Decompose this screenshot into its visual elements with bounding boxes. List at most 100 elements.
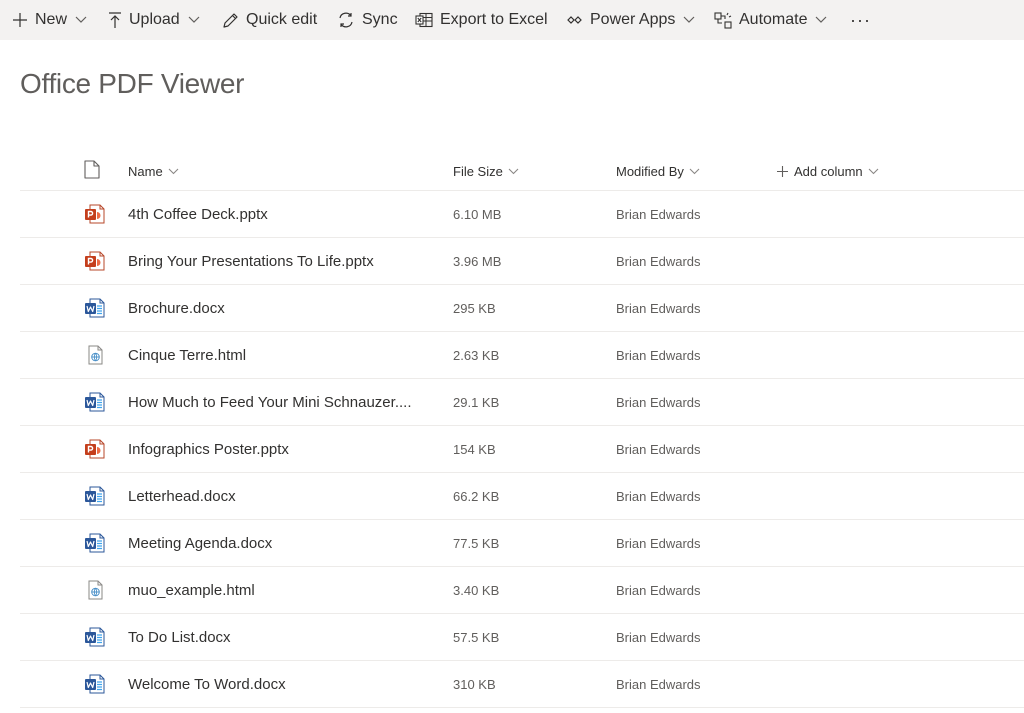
file-name-link[interactable]: Meeting Agenda.docx [128, 520, 438, 566]
new-label: New [35, 11, 68, 28]
upload-button[interactable]: Upload [108, 0, 200, 40]
file-row[interactable]: Infographics Poster.pptx 154 KB Brian Edwa… [20, 426, 1024, 473]
file-name-link[interactable]: Letterhead.docx [128, 473, 438, 519]
automate-icon [714, 11, 732, 29]
powerpoint-file-icon [84, 238, 106, 284]
list-header: Name File Size Modified By Add column [20, 152, 1024, 191]
chevron-down-icon [168, 168, 179, 175]
file-name: Meeting Agenda.docx [128, 534, 273, 552]
powerpoint-file-icon [84, 191, 106, 237]
file-row[interactable]: Bring Your Presentations To Life.pptx 3.9… [20, 238, 1024, 285]
name-column-label: Name [128, 163, 163, 179]
file-name-link[interactable]: muo_example.html [128, 567, 438, 613]
file-type-column-header[interactable] [84, 152, 100, 190]
file-name-link[interactable]: Infographics Poster.pptx [128, 426, 438, 472]
word-file-icon [84, 661, 106, 707]
more-options-button[interactable]: ··· [850, 0, 871, 40]
chevron-down-icon [868, 168, 879, 175]
modified-by: Brian Edwards [616, 676, 701, 692]
modified-by: Brian Edwards [616, 582, 701, 598]
word-file-icon [84, 520, 106, 566]
file-name-link[interactable]: To Do List.docx [128, 614, 438, 660]
automate-button[interactable]: Automate [714, 0, 827, 40]
plus-icon [777, 165, 788, 177]
chevron-down-icon [188, 16, 200, 24]
command-bar: New Upload Quick edit Sync Export to Exc… [0, 0, 1024, 40]
sync-icon [337, 12, 355, 28]
file-name: 4th Coffee Deck.pptx [128, 205, 268, 223]
quick-edit-label: Quick edit [246, 11, 318, 28]
file-name-link[interactable]: Cinque Terre.html [128, 332, 438, 378]
modified-by: Brian Edwards [616, 347, 701, 363]
add-column-button[interactable]: Add column [777, 152, 879, 190]
modified-by: Brian Edwards [616, 535, 701, 551]
file-name: Cinque Terre.html [128, 346, 247, 364]
file-row[interactable]: Cinque Terre.html 2.63 KB Brian Edwards [20, 332, 1024, 379]
file-name: Brochure.docx [128, 299, 225, 317]
file-row[interactable]: Meeting Agenda.docx 77.5 KB Brian Edwards [20, 520, 1024, 567]
file-size: 310 KB [453, 676, 496, 692]
document-icon [84, 160, 100, 182]
file-name: Letterhead.docx [128, 487, 236, 505]
chevron-down-icon [689, 168, 700, 175]
file-size: 6.10 MB [453, 206, 502, 222]
modified-by: Brian Edwards [616, 488, 701, 504]
file-name-link[interactable]: How Much to Feed Your Mini Schnauzer.... [128, 379, 438, 425]
page-title: Office PDF Viewer [20, 68, 245, 99]
file-row[interactable]: muo_example.html 3.40 KB Brian Edwards [20, 567, 1024, 614]
word-file-icon [84, 379, 106, 425]
file-row[interactable]: Letterhead.docx 66.2 KB Brian Edwards [20, 473, 1024, 520]
file-name: muo_example.html [128, 581, 255, 599]
modified-by: Brian Edwards [616, 394, 701, 410]
file-name-link[interactable]: Brochure.docx [128, 285, 438, 331]
file-size: 2.63 KB [453, 347, 500, 363]
file-name: Infographics Poster.pptx [128, 440, 289, 458]
file-size: 3.40 KB [453, 582, 500, 598]
file-size: 295 KB [453, 300, 496, 316]
file-row[interactable]: Brochure.docx 295 KB Brian Edwards [20, 285, 1024, 332]
sync-label: Sync [362, 11, 398, 28]
chevron-down-icon [815, 16, 827, 24]
new-button[interactable]: New [12, 0, 87, 40]
modified-by: Brian Edwards [616, 441, 701, 457]
modified-by: Brian Edwards [616, 206, 701, 222]
powerpoint-file-icon [84, 426, 106, 472]
sync-button[interactable]: Sync [337, 0, 398, 40]
excel-icon [415, 12, 433, 28]
file-name: Welcome To Word.docx [128, 675, 286, 693]
file-row[interactable]: To Do List.docx 57.5 KB Brian Edwards [20, 614, 1024, 661]
file-name: Bring Your Presentations To Life.pptx [128, 252, 374, 270]
file-name-link[interactable]: Welcome To Word.docx [128, 661, 438, 707]
file-name-link[interactable]: 4th Coffee Deck.pptx [128, 191, 438, 237]
file-row[interactable]: How Much to Feed Your Mini Schnauzer....… [20, 379, 1024, 426]
power-apps-label: Power Apps [590, 11, 676, 28]
name-column-header[interactable]: Name [128, 152, 179, 190]
file-name-link[interactable]: Bring Your Presentations To Life.pptx [128, 238, 438, 284]
upload-icon [108, 11, 122, 29]
file-size: 3.96 MB [453, 253, 502, 269]
quick-edit-button[interactable]: Quick edit [222, 0, 317, 40]
upload-label: Upload [129, 11, 180, 28]
chevron-down-icon [508, 168, 519, 175]
modified-by-column-header[interactable]: Modified By [616, 152, 700, 190]
file-row[interactable]: Welcome To Word.docx 310 KB Brian Edwards [20, 661, 1024, 708]
file-size: 77.5 KB [453, 535, 500, 551]
file-row[interactable]: 4th Coffee Deck.pptx 6.10 MB Brian Edwards [20, 191, 1024, 238]
file-size: 29.1 KB [453, 394, 500, 410]
file-size-column-label: File Size [453, 163, 503, 179]
more-icon: ··· [850, 9, 871, 30]
file-size-column-header[interactable]: File Size [453, 152, 519, 190]
power-apps-icon [566, 14, 583, 26]
file-size: 66.2 KB [453, 488, 500, 504]
export-label: Export to Excel [440, 11, 548, 28]
plus-icon [12, 12, 28, 28]
modified-by: Brian Edwards [616, 300, 701, 316]
file-name: To Do List.docx [128, 628, 231, 646]
word-file-icon [84, 285, 106, 331]
chevron-down-icon [75, 16, 87, 24]
modified-by: Brian Edwards [616, 629, 701, 645]
modified-by: Brian Edwards [616, 253, 701, 269]
word-file-icon [84, 614, 106, 660]
power-apps-button[interactable]: Power Apps [566, 0, 695, 40]
export-to-excel-button[interactable]: Export to Excel [415, 0, 548, 40]
